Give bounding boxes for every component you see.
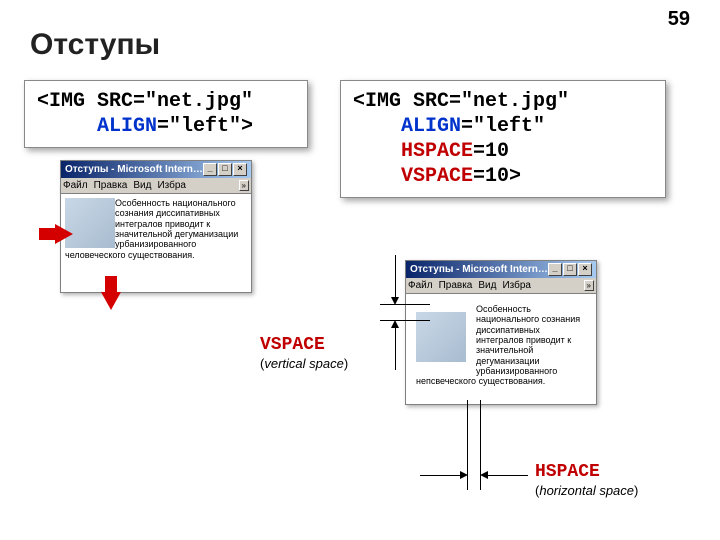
maximize-icon: □ [563,263,577,276]
minimize-icon: _ [548,263,562,276]
slide-title: Отступы [30,28,160,62]
menu-item: Правка [439,280,473,291]
vspace-description: (vertical space) [260,356,348,371]
menu-item: Вид [133,180,151,191]
titlebar: Отступы - Microsoft Intern… _ □ × [406,261,596,278]
titlebar: Отступы - Microsoft Intern… _ □ × [61,161,251,178]
code-rest: =10 [473,140,509,163]
browser-window-right: Отступы - Microsoft Intern… _ □ × Файл П… [405,260,597,405]
code-rest: =10> [473,165,521,188]
code-box-hspace-vspace: <IMG SRC="net.jpg" ALIGN="left" HSPACE=1… [340,80,666,198]
code-indent [37,115,97,138]
code-line: <IMG SRC="net.jpg" [37,90,253,113]
menubar: Файл Правка Вид Избра » [406,278,596,294]
guide-line [380,304,430,305]
menu-item: Правка [94,180,128,191]
arrowhead-left-icon [480,471,488,479]
arrow-right-icon [55,224,73,244]
close-icon: × [578,263,592,276]
hspace-description: (horizontal space) [535,483,638,498]
menu-item: Файл [408,280,433,291]
hspace-label: HSPACE [535,462,600,482]
content-area: Особенность национального сознания дисси… [406,294,596,404]
code-indent [353,165,401,188]
arrowhead-right-icon [460,471,468,479]
attr-align: ALIGN [401,115,461,138]
menu-item: Файл [63,180,88,191]
attr-vspace: VSPACE [401,165,473,188]
menubar: Файл Правка Вид Избра » [61,178,251,194]
browser-window-left: Отступы - Microsoft Intern… _ □ × Файл П… [60,160,252,293]
maximize-icon: □ [218,163,232,176]
vspace-label: VSPACE [260,335,325,355]
page-number: 59 [668,8,690,31]
code-line: <IMG SRC="net.jpg" [353,90,569,113]
code-indent [353,115,401,138]
arrowhead-up-icon [391,320,399,328]
code-rest: ="left" [461,115,545,138]
chevron-icon: » [584,280,594,291]
attr-align: ALIGN [97,115,157,138]
arrow-down-icon [101,292,121,310]
menu-item: Вид [478,280,496,291]
content-area: Особенность национального сознания дисси… [61,194,251,292]
close-icon: × [233,163,247,176]
code-rest: ="left"> [157,115,253,138]
window-title: Отступы - Microsoft Intern… [65,164,203,175]
arrowhead-down-icon [391,297,399,305]
attr-hspace: HSPACE [401,140,473,163]
measure-line [420,475,462,476]
measure-line [395,255,396,299]
measure-line [395,326,396,370]
code-box-basic: <IMG SRC="net.jpg" ALIGN="left"> [24,80,308,148]
window-title: Отступы - Microsoft Intern… [410,264,548,275]
code-indent [353,140,401,163]
minimize-icon: _ [203,163,217,176]
chevron-icon: » [239,180,249,191]
guide-line [380,320,430,321]
menu-item: Избра [502,280,531,291]
measure-line [486,475,528,476]
menu-item: Избра [157,180,186,191]
